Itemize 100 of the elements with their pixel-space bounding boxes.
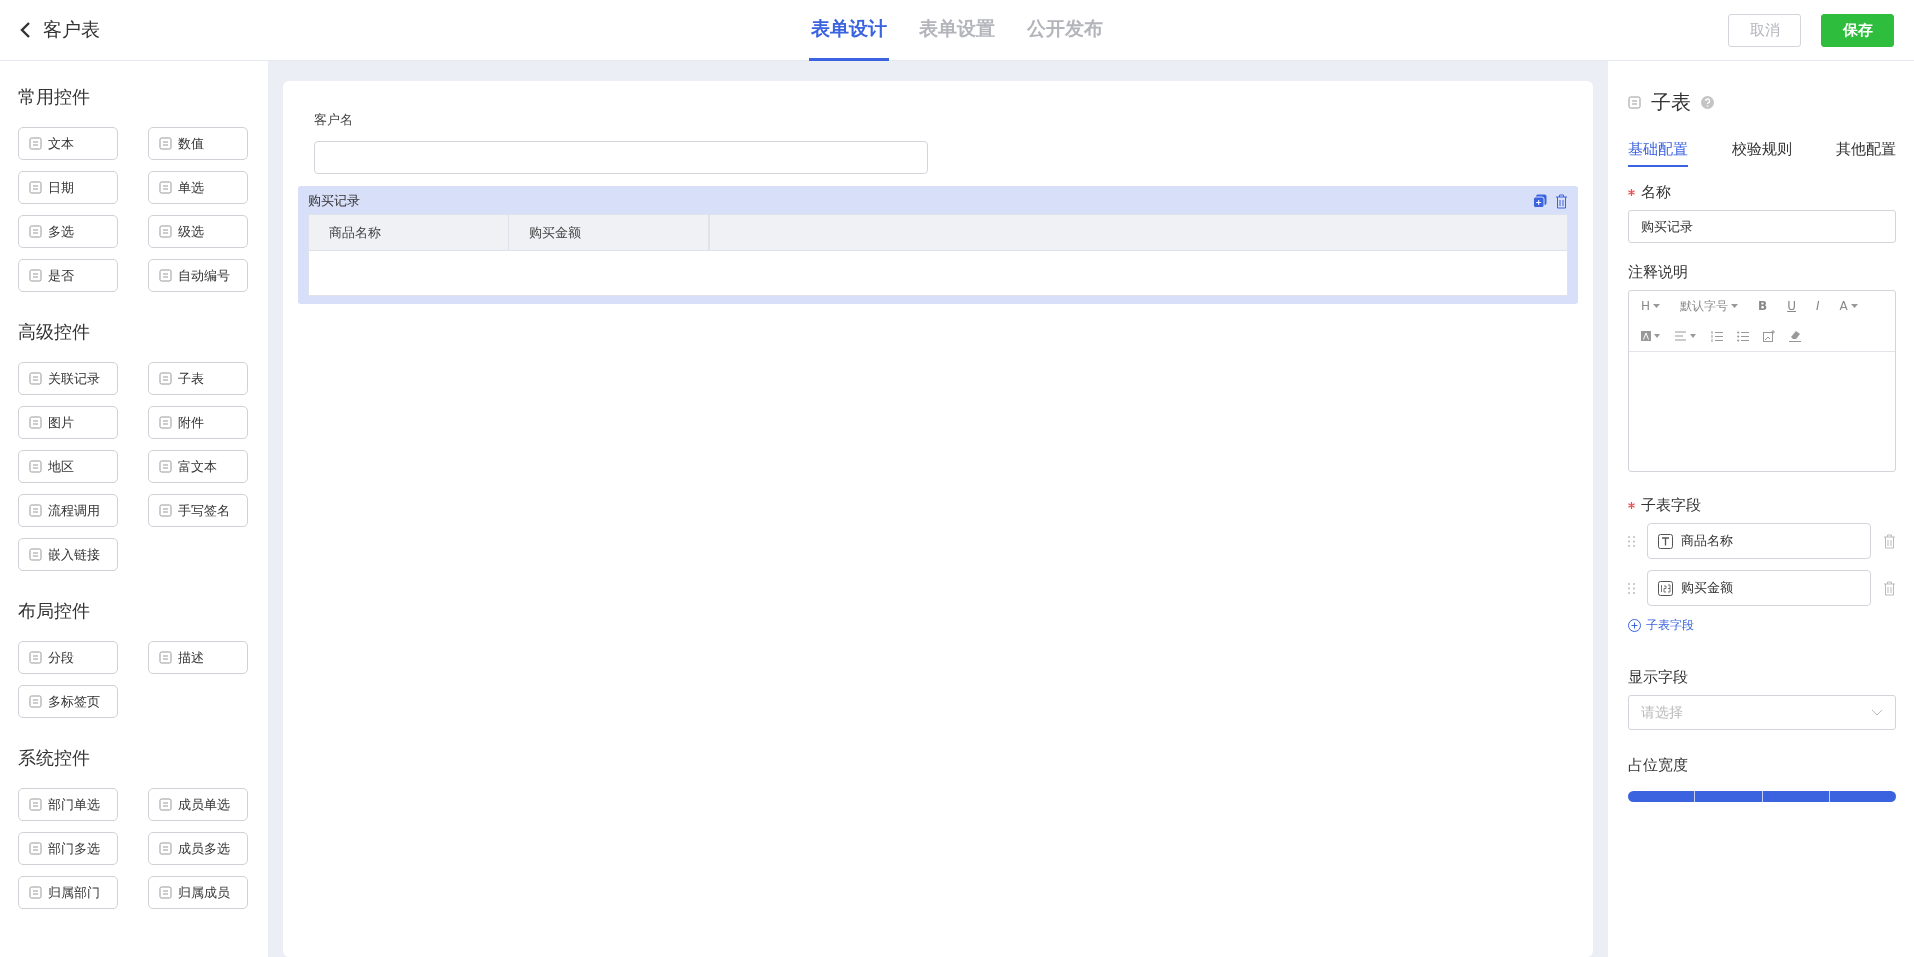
subtable-title: 购买记录 bbox=[308, 192, 360, 210]
control-type-icon bbox=[159, 651, 172, 664]
toolbar-button[interactable]: 默认字号 bbox=[1680, 297, 1739, 315]
section-title: 布局控件 bbox=[18, 599, 91, 623]
control-item[interactable]: 描述 bbox=[148, 641, 248, 674]
drag-handle-icon[interactable] bbox=[1628, 582, 1635, 594]
subtable-icon bbox=[1628, 96, 1641, 109]
control-item[interactable]: 流程调用 bbox=[18, 494, 118, 527]
control-type-icon bbox=[29, 137, 42, 150]
control-item[interactable]: 分段 bbox=[18, 641, 118, 674]
control-type-icon bbox=[159, 460, 172, 473]
control-type-icon bbox=[29, 695, 42, 708]
control-item[interactable]: 关联记录 bbox=[18, 362, 118, 395]
number-type-icon bbox=[1658, 580, 1673, 596]
toolbar-button[interactable]: I bbox=[1816, 299, 1820, 313]
control-item[interactable]: 手写签名 bbox=[148, 494, 248, 527]
add-subfield-link[interactable]: 子表字段 bbox=[1628, 617, 1694, 634]
control-item[interactable]: 多选 bbox=[18, 215, 118, 248]
toolbar-button[interactable]: B bbox=[1758, 299, 1768, 313]
highlight-icon[interactable] bbox=[1641, 331, 1661, 341]
control-item[interactable]: 嵌入链接 bbox=[18, 538, 118, 571]
required-asterisk-icon bbox=[1628, 189, 1635, 196]
control-item[interactable]: 图片 bbox=[18, 406, 118, 439]
column-header: 商品名称 bbox=[309, 215, 509, 250]
toolbar-button[interactable]: A bbox=[1839, 299, 1858, 313]
control-item[interactable]: 单选 bbox=[148, 171, 248, 204]
control-item[interactable]: 日期 bbox=[18, 171, 118, 204]
text-type-icon bbox=[1658, 533, 1673, 549]
field-label: 显示字段 bbox=[1628, 668, 1688, 687]
required-asterisk-icon bbox=[1628, 502, 1635, 509]
bullet-list-icon[interactable] bbox=[1737, 330, 1749, 342]
control-item[interactable]: 自动编号 bbox=[148, 259, 248, 292]
panel-title: 子表 bbox=[1651, 89, 1691, 116]
field-label: 注释说明 bbox=[1628, 263, 1688, 282]
trash-icon[interactable] bbox=[1555, 193, 1568, 209]
config-tab[interactable]: 其他配置 bbox=[1836, 140, 1896, 167]
control-type-icon bbox=[159, 798, 172, 811]
control-item[interactable]: 成员多选 bbox=[148, 832, 248, 865]
control-item[interactable]: 富文本 bbox=[148, 450, 248, 483]
control-type-icon bbox=[29, 504, 42, 517]
control-type-icon bbox=[159, 372, 172, 385]
subfield-item[interactable]: 购买金额 bbox=[1647, 570, 1871, 606]
control-type-icon bbox=[159, 416, 172, 429]
add-circle-icon bbox=[1628, 619, 1641, 632]
image-icon[interactable] bbox=[1763, 330, 1775, 342]
field-label: 占位宽度 bbox=[1628, 756, 1688, 775]
control-type-icon bbox=[29, 886, 42, 899]
toolbar-button[interactable]: U bbox=[1787, 299, 1796, 313]
subfield-item[interactable]: 商品名称 bbox=[1647, 523, 1871, 559]
trash-icon[interactable] bbox=[1883, 533, 1896, 549]
control-type-icon bbox=[29, 181, 42, 194]
control-item[interactable]: 数值 bbox=[148, 127, 248, 160]
caret-icon bbox=[1731, 303, 1739, 309]
control-item[interactable]: 部门单选 bbox=[18, 788, 118, 821]
control-type-icon bbox=[159, 842, 172, 855]
field-label: 客户名 bbox=[314, 111, 354, 129]
control-item[interactable]: 地区 bbox=[18, 450, 118, 483]
config-tab[interactable]: 校验规则 bbox=[1732, 140, 1792, 167]
control-item[interactable]: 子表 bbox=[148, 362, 248, 395]
eraser-icon[interactable] bbox=[1789, 330, 1801, 342]
control-type-icon bbox=[159, 225, 172, 238]
back-button[interactable]: 客户表 bbox=[20, 17, 100, 43]
header-tab[interactable]: 表单设计 bbox=[809, 0, 889, 61]
subtable-block[interactable]: 购买记录 商品名称 购买金额 bbox=[298, 186, 1578, 304]
control-type-icon bbox=[29, 651, 42, 664]
width-segment[interactable] bbox=[1628, 791, 1696, 802]
section-title: 高级控件 bbox=[18, 320, 91, 344]
input-field[interactable] bbox=[314, 141, 928, 174]
control-item[interactable]: 是否 bbox=[18, 259, 118, 292]
control-item[interactable]: 归属部门 bbox=[18, 876, 118, 909]
trash-icon[interactable] bbox=[1883, 580, 1896, 596]
toolbar-button[interactable]: H bbox=[1641, 299, 1661, 313]
config-tab[interactable]: 基础配置 bbox=[1628, 140, 1688, 167]
control-type-icon bbox=[159, 181, 172, 194]
control-item[interactable]: 级选 bbox=[148, 215, 248, 248]
name-input[interactable]: 购买记录 bbox=[1628, 210, 1896, 243]
section-title: 系统控件 bbox=[18, 746, 91, 770]
control-item[interactable]: 归属成员 bbox=[148, 876, 248, 909]
caret-icon bbox=[1653, 303, 1661, 309]
control-item[interactable]: 多标签页 bbox=[18, 685, 118, 718]
control-type-icon bbox=[29, 416, 42, 429]
control-type-icon bbox=[29, 372, 42, 385]
control-type-icon bbox=[159, 269, 172, 282]
control-type-icon bbox=[29, 460, 42, 473]
width-segment[interactable] bbox=[1762, 791, 1830, 802]
control-item[interactable]: 部门多选 bbox=[18, 832, 118, 865]
width-segment[interactable] bbox=[1829, 791, 1896, 802]
copy-icon[interactable] bbox=[1533, 193, 1547, 208]
rich-text-editor[interactable]: H 默认字号 B U I A bbox=[1628, 290, 1896, 472]
drag-handle-icon[interactable] bbox=[1628, 535, 1635, 547]
control-item[interactable]: 文本 bbox=[18, 127, 118, 160]
control-item[interactable]: 附件 bbox=[148, 406, 248, 439]
help-icon[interactable] bbox=[1701, 96, 1714, 109]
control-type-icon bbox=[29, 269, 42, 282]
field-label: 名称 bbox=[1641, 183, 1671, 202]
control-item[interactable]: 成员单选 bbox=[148, 788, 248, 821]
align-icon[interactable] bbox=[1675, 331, 1697, 341]
ordered-list-icon[interactable] bbox=[1711, 330, 1723, 342]
chevron-down-icon bbox=[1871, 709, 1883, 716]
caret-icon bbox=[1850, 303, 1858, 309]
